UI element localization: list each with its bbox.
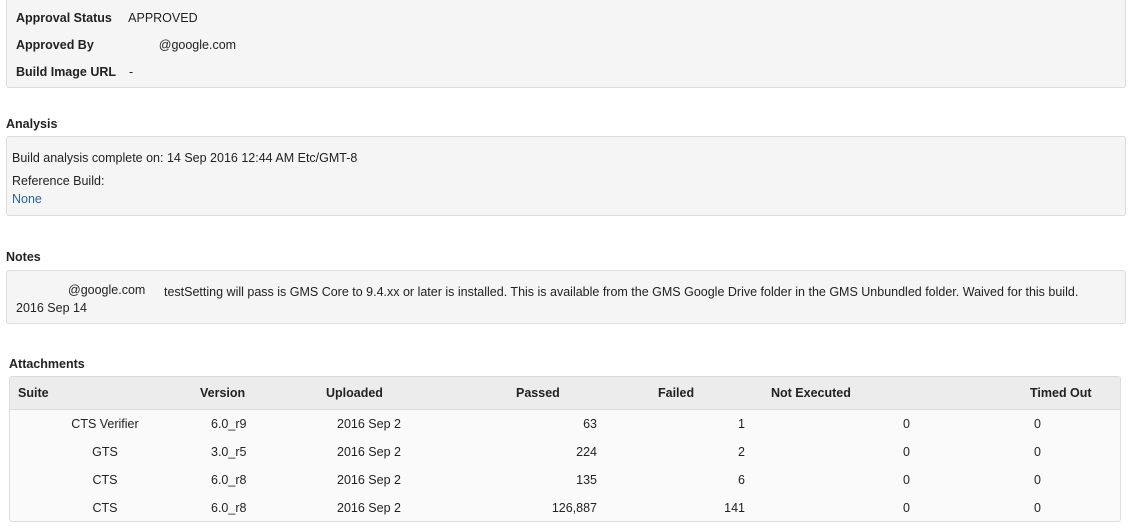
version-cell: 6.0_r9 [211,417,247,431]
suite-cell: CTS [92,501,118,515]
table-row[interactable]: GTS 3.0_r5 2016 Sep 2 224 2 0 0 [10,438,1120,466]
passed-cell: 63 [583,417,597,431]
attachments-grid: Suite Version Uploaded Passed Failed Not… [10,377,1120,521]
passed-cell: 224 [576,445,597,459]
version-cell: 6.0_r8 [211,473,247,487]
suite-cell: CTS Verifier [71,417,139,431]
attachments-title: Attachments [9,357,85,371]
uploaded-cell: 2016 Sep 2 [337,445,401,459]
col-header-uploaded[interactable]: Uploaded [326,377,508,410]
failed-cell: 6 [738,473,745,487]
version-cell: 3.0_r5 [211,445,247,459]
analysis-panel: Build analysis complete on: 14 Sep 2016 … [6,136,1126,216]
table-row[interactable]: CTS 6.0_r8 2016 Sep 2 126,887 141 0 0 [10,494,1120,521]
note-text: testSetting will pass is GMS Core to 9.4… [164,285,1079,299]
timed-out-cell: 0 [1034,445,1041,459]
col-header-passed[interactable]: Passed [508,377,648,410]
uploaded-cell: 2016 Sep 2 [337,473,401,487]
passed-cell: 126,887 [551,501,597,515]
table-row[interactable]: CTS Verifier 6.0_r9 2016 Sep 2 63 1 0 0 [10,410,1120,439]
analysis-title: Analysis [6,117,58,131]
build-image-url-label: Build Image URL [16,65,117,79]
failed-cell: 1 [738,417,745,431]
failed-cell: 141 [724,501,745,515]
passed-cell: 135 [576,473,597,487]
note-author: @google.com [68,283,146,297]
timed-out-cell: 0 [1034,417,1041,431]
col-header-not-executed[interactable]: Not Executed [755,377,955,410]
approved-by-value: @google.com [158,38,237,52]
not-executed-cell: 0 [903,445,910,459]
note-date: 2016 Sep 14 [16,301,87,315]
col-header-timed-out[interactable]: Timed Out [955,377,1120,410]
not-executed-cell: 0 [903,473,910,487]
approval-panel: Approval Status APPROVED Approved By @go… [6,0,1126,88]
table-row[interactable]: CTS 6.0_r8 2016 Sep 2 135 6 0 0 [10,466,1120,494]
not-executed-cell: 0 [903,501,910,515]
notes-title: Notes [6,250,41,264]
failed-cell: 2 [738,445,745,459]
approved-by-label: Approved By [16,38,94,52]
not-executed-cell: 0 [903,417,910,431]
suite-cell: GTS [92,445,118,459]
uploaded-cell: 2016 Sep 2 [337,501,401,515]
uploaded-cell: 2016 Sep 2 [337,417,401,431]
notes-panel: @google.com 2016 Sep 14 testSetting will… [6,270,1126,324]
col-header-failed[interactable]: Failed [648,377,755,410]
version-cell: 6.0_r8 [211,501,247,515]
analysis-complete-text: Build analysis complete on: 14 Sep 2016 … [12,151,358,165]
reference-build-label: Reference Build: [12,174,105,188]
col-header-suite[interactable]: Suite [10,377,200,410]
attachments-header-row: Suite Version Uploaded Passed Failed Not… [10,377,1120,410]
col-header-version[interactable]: Version [200,377,326,410]
timed-out-cell: 0 [1034,501,1041,515]
build-image-url-value: - [128,65,134,79]
timed-out-cell: 0 [1034,473,1041,487]
reference-build-link[interactable]: None [12,192,42,206]
attachments-table: Suite Version Uploaded Passed Failed Not… [9,376,1121,522]
approval-status-value: APPROVED [128,11,198,25]
approval-status-label: Approval Status [16,11,112,25]
suite-cell: CTS [92,473,118,487]
